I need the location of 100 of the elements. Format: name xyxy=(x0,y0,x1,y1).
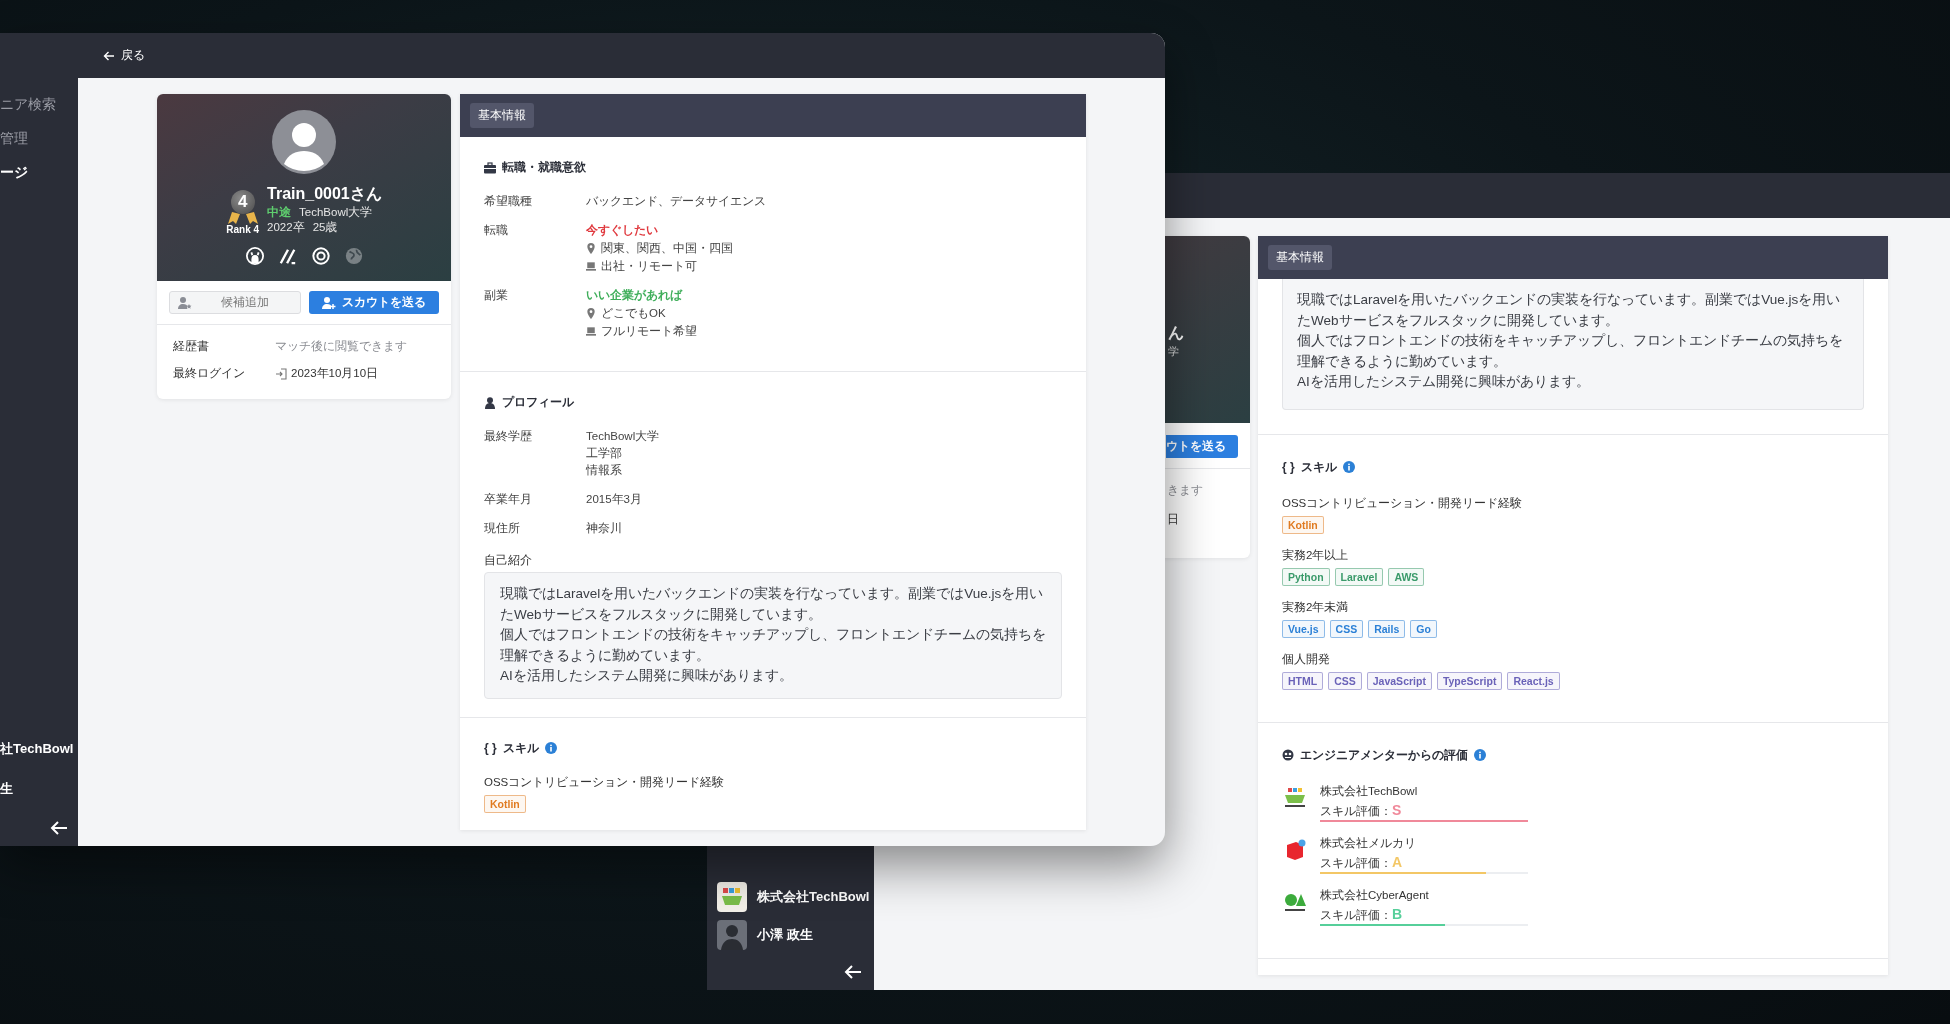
skill-tag: Rails xyxy=(1368,619,1406,638)
detail-label: 経歴書 xyxy=(173,339,210,354)
company-name: 株式会社TechBowl xyxy=(1320,783,1418,799)
skill-tag: TypeScript xyxy=(1436,671,1503,690)
status-text: 今すぐしたい xyxy=(586,223,659,238)
github-icon[interactable] xyxy=(245,247,264,265)
person-icon xyxy=(484,396,496,409)
field-label: 転職 xyxy=(484,223,509,238)
skill-tag: Vue.js xyxy=(1282,619,1325,638)
pin-icon xyxy=(586,243,596,254)
introduction-paragraph: 現職ではLaravelを用いたバックエンドの実装を行なっています。副業ではVue.jsを用いたWebサービスをフルスタックに開発しています。 xyxy=(1297,291,1842,330)
skill-tag: Laravel xyxy=(1334,567,1384,586)
laptop-icon xyxy=(586,326,596,337)
rank-medal: 4 xyxy=(230,190,255,214)
user-name: Train_0001さん xyxy=(267,184,382,204)
skill-group-label: OSSコントリビューション・開発リード経験 xyxy=(484,774,726,790)
field-value: 情報系 xyxy=(586,463,623,478)
detail-value: 2023年10月10日 xyxy=(291,366,379,381)
skill-rating: スキル評価：S xyxy=(1320,801,1402,819)
globe-icon[interactable] xyxy=(344,247,363,265)
braces-icon: { } xyxy=(484,741,497,755)
field-value: TechBowl大学 xyxy=(586,429,660,444)
user-name: 生 xyxy=(0,780,13,798)
field-label: 最終学歴 xyxy=(484,429,533,444)
introduction-paragraph: 個人ではフロントエンドの技術をキャッチアップし、フロントエンドチームの気持ちを理解できるように勤めています。 xyxy=(1297,332,1844,371)
last-login-value: 日 xyxy=(1167,512,1179,527)
avatar-icon xyxy=(272,110,336,174)
field-value: 2015年3月 xyxy=(586,492,642,507)
location-text: 関東、関西、中国・四国 xyxy=(601,241,733,256)
section-title: 転職・就職意欲 xyxy=(502,159,586,176)
login-icon xyxy=(275,367,287,380)
field-value: 工学部 xyxy=(586,446,623,461)
resume-value: きます xyxy=(1167,483,1203,498)
age: 25歳 xyxy=(312,220,338,235)
at-sign-icon[interactable] xyxy=(311,247,330,265)
add-candidate-button[interactable]: 候補追加 xyxy=(169,291,301,314)
work-style-text: フルリモート希望 xyxy=(601,324,697,339)
field-label: 卒業年月 xyxy=(484,492,533,507)
sidebar-item[interactable]: 管理 xyxy=(0,130,28,148)
info-icon[interactable] xyxy=(1474,749,1486,761)
info-icon[interactable] xyxy=(1342,461,1355,473)
field-label: 希望職種 xyxy=(484,194,533,209)
person-plus-icon xyxy=(322,295,336,310)
skill-group-label: OSSコントリビューション・開発リード経験 xyxy=(1282,495,1524,511)
section-title: スキル xyxy=(1300,458,1337,476)
company-name: 株式会社CyberAgent xyxy=(1320,887,1429,903)
skill-group-label: 実務2年未満 xyxy=(1282,599,1350,615)
school-name: 学 xyxy=(1168,344,1179,359)
graduation-year: 2022卒 xyxy=(267,220,305,235)
company-name: 社TechBowl xyxy=(0,740,74,758)
braces-icon: { } xyxy=(1282,460,1295,474)
section-tab[interactable]: 基本情報 xyxy=(1268,245,1332,270)
field-value: バックエンド、データサイエンス xyxy=(586,194,766,209)
skill-tag: Python xyxy=(1282,567,1330,586)
section-title: エンジニアメンターからの評価 xyxy=(1300,746,1468,764)
laptop-icon xyxy=(586,261,596,272)
work-style-text: 出社・リモート可 xyxy=(601,259,697,274)
avatar-icon xyxy=(717,920,747,950)
company-name: 株式会社メルカリ xyxy=(1320,835,1416,851)
skill-tag: React.js xyxy=(1507,671,1560,690)
sidebar-item[interactable]: ニア検索 xyxy=(0,96,56,114)
back-link[interactable]: 戻る xyxy=(103,47,145,64)
skill-tag: Go xyxy=(1410,619,1437,638)
person-star-icon xyxy=(178,295,192,310)
skill-tag: AWS xyxy=(1388,567,1425,586)
field-label: 副業 xyxy=(484,288,509,303)
skill-tag: Kotlin xyxy=(484,794,526,813)
briefcase-icon xyxy=(484,161,496,174)
scout-button[interactable]: スカウトを送る xyxy=(309,291,439,314)
career-type: 中途 xyxy=(267,205,292,220)
company-logo-icon xyxy=(717,882,747,912)
skill-rating: スキル評価：A xyxy=(1320,853,1403,871)
detail-label: 最終ログイン xyxy=(173,366,246,381)
section-title: スキル xyxy=(502,739,539,757)
back-arrow-icon[interactable] xyxy=(844,964,862,980)
ribbon-icon xyxy=(227,212,258,224)
introduction-paragraph: AIを活用したシステム開発に興味があります。 xyxy=(1297,373,1591,391)
scout-button[interactable]: ウトを送る xyxy=(1166,435,1238,458)
info-icon[interactable] xyxy=(544,742,557,754)
status-text: いい企業があれば xyxy=(586,288,684,303)
skill-tag: Kotlin xyxy=(1282,515,1324,534)
slash-icon[interactable] xyxy=(278,247,297,265)
sidebar-item[interactable]: ージ xyxy=(0,164,28,182)
group-icon xyxy=(1282,749,1294,761)
introduction-paragraph: 個人ではフロントエンドの技術をキャッチアップし、フロントエンドチームの気持ちを理解できるように勤めています。 xyxy=(500,626,1047,665)
skill-tag: CSS xyxy=(1328,671,1362,690)
field-value: 神奈川 xyxy=(586,521,622,536)
user-name: ん xyxy=(1168,323,1184,343)
back-arrow-icon[interactable] xyxy=(50,820,68,836)
blocks-logo-icon xyxy=(1282,785,1308,810)
pin-icon xyxy=(586,308,596,319)
skill-rating: スキル評価：B xyxy=(1320,905,1403,923)
field-label: 自己紹介 xyxy=(484,553,532,568)
field-label: 現住所 xyxy=(484,521,521,536)
skill-tag: HTML xyxy=(1282,671,1324,690)
back-arrow-icon xyxy=(103,49,115,62)
section-tab[interactable]: 基本情報 xyxy=(470,103,534,128)
location-text: どこでもOK xyxy=(601,306,666,321)
skill-tag: JavaScript xyxy=(1366,671,1432,690)
introduction-paragraph: 現職ではLaravelを用いたバックエンドの実装を行なっています。副業ではVue.jsを用いたWebサービスをフルスタックに開発しています。 xyxy=(500,585,1045,624)
